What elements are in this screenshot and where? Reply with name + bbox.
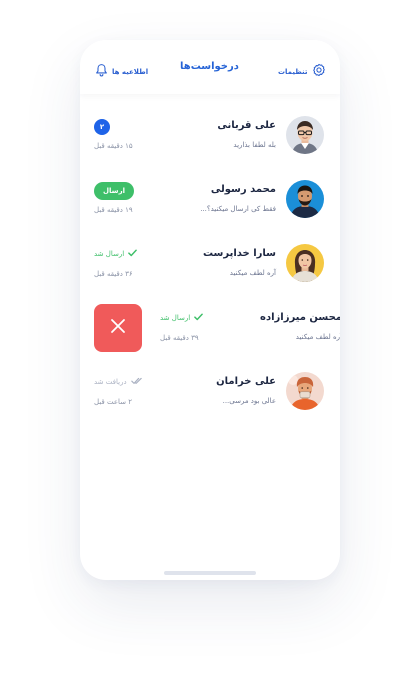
home-indicator bbox=[164, 571, 256, 575]
page-title: درخواست‌ها bbox=[180, 61, 239, 72]
settings-button[interactable]: تنظیمات bbox=[278, 62, 326, 81]
unread-badge: ۲ bbox=[94, 119, 110, 135]
check-icon bbox=[128, 249, 138, 259]
request-row[interactable]: علی قربانی بله لطفا بذارید ۲ ۱۵ دقیقه قب… bbox=[80, 106, 340, 166]
request-row[interactable]: علی خرامان عالی بود مرسی... دریافت شد ۲ … bbox=[80, 362, 340, 422]
timestamp: ۱۵ دقیقه قبل bbox=[94, 142, 133, 150]
timestamp: ۲ ساعت قبل bbox=[94, 398, 133, 406]
timestamp: ۱۹ دقیقه قبل bbox=[94, 206, 133, 214]
settings-label: تنظیمات bbox=[278, 67, 308, 76]
message-preview: فقط کی ارسال میکنید؟... bbox=[200, 205, 276, 213]
message-preview: آره لطف میکنید bbox=[229, 269, 276, 277]
app-header: تنظیمات درخواست‌ها اطلاعیه ها bbox=[80, 40, 340, 94]
request-row[interactable]: محمد رسولی فقط کی ارسال میکنید؟... ارسال… bbox=[80, 170, 340, 230]
delivery-status: ارسال شد bbox=[94, 249, 138, 259]
contact-name: محسن میرزازاده bbox=[260, 312, 340, 323]
request-row[interactable]: سارا خداپرست آره لطف میکنید ارسال شد ۳۶ … bbox=[80, 234, 340, 294]
timestamp: ۳۹ دقیقه قبل bbox=[160, 334, 199, 342]
avatar bbox=[286, 180, 324, 218]
avatar bbox=[286, 372, 324, 410]
delivery-status: دریافت شد bbox=[94, 377, 142, 387]
avatar bbox=[286, 244, 324, 282]
contact-name: سارا خداپرست bbox=[202, 248, 276, 259]
contact-name: علی قربانی bbox=[217, 120, 276, 131]
request-row-swiped[interactable]: ارسال شد ۳۹ دقیقه قبل محسن میرزازاده آره… bbox=[80, 298, 340, 358]
status-label: ارسال شد bbox=[160, 314, 191, 322]
check-icon bbox=[194, 313, 204, 323]
contact-name: علی خرامان bbox=[216, 376, 276, 387]
send-button[interactable]: ارسال bbox=[94, 182, 134, 200]
delete-button[interactable] bbox=[94, 304, 142, 352]
notifications-button[interactable]: اطلاعیه ها bbox=[95, 62, 148, 81]
contact-name: محمد رسولی bbox=[210, 184, 276, 195]
gear-icon bbox=[312, 62, 326, 81]
message-preview: آره لطف میکنید bbox=[295, 333, 340, 341]
message-preview: عالی بود مرسی... bbox=[222, 397, 276, 405]
message-preview: بله لطفا بذارید bbox=[233, 141, 276, 149]
double-check-icon bbox=[130, 377, 142, 387]
phone-frame: تنظیمات درخواست‌ها اطلاعیه ها bbox=[80, 40, 340, 580]
bell-icon bbox=[95, 62, 108, 81]
notifications-label: اطلاعیه ها bbox=[112, 67, 149, 76]
status-label: دریافت شد bbox=[94, 378, 127, 386]
delivery-status: ارسال شد bbox=[160, 313, 204, 323]
timestamp: ۳۶ دقیقه قبل bbox=[94, 270, 133, 278]
close-icon bbox=[110, 318, 126, 338]
status-label: ارسال شد bbox=[94, 250, 125, 258]
avatar bbox=[286, 116, 324, 154]
